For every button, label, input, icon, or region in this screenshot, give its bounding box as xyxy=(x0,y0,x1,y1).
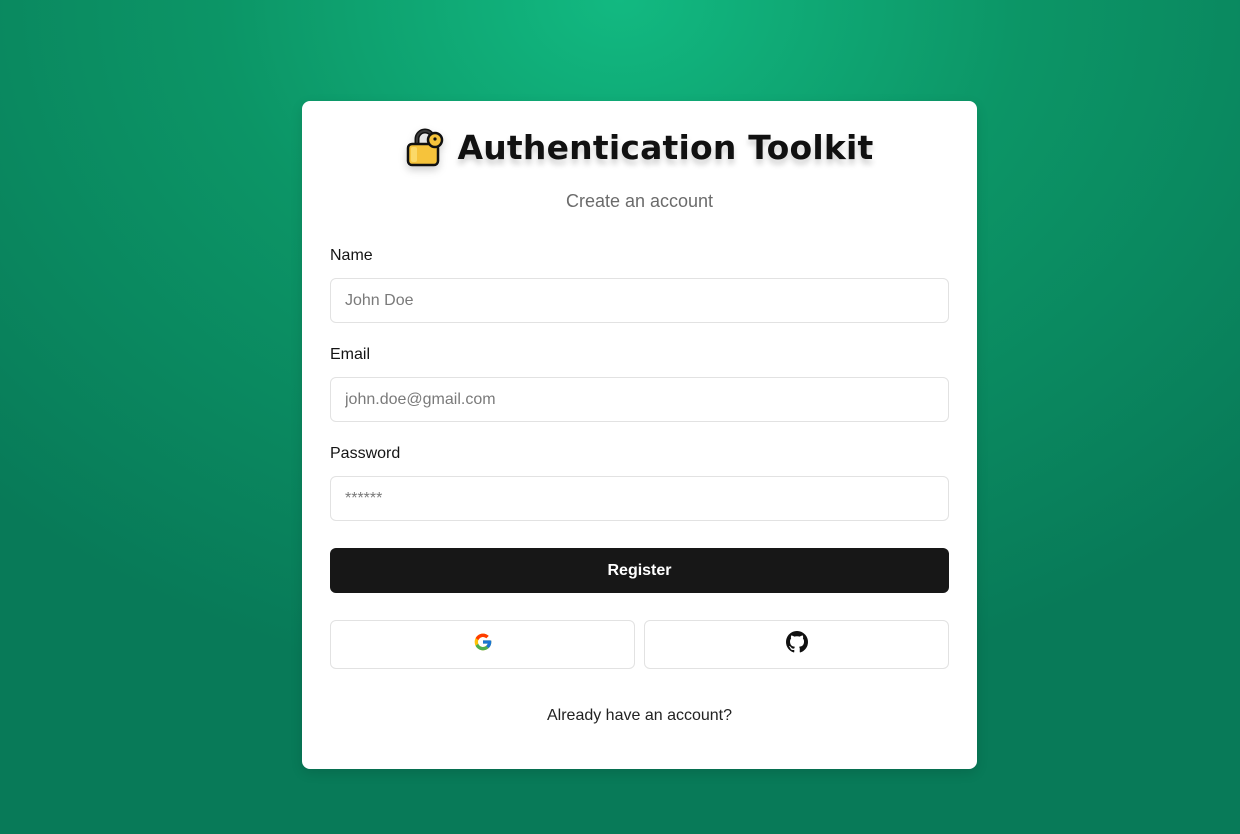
name-label: Name xyxy=(330,247,373,264)
page-subtitle: Create an account xyxy=(565,191,714,211)
github-signin-button[interactable] xyxy=(644,620,949,669)
name-input[interactable] xyxy=(330,278,949,323)
github-icon xyxy=(785,631,808,658)
email-label: Email xyxy=(330,346,371,363)
register-button[interactable]: Register xyxy=(330,548,949,593)
email-input[interactable] xyxy=(330,377,949,422)
register-card: Authentication Toolkit Create an account… xyxy=(302,101,977,769)
google-signin-button[interactable] xyxy=(330,620,635,669)
google-icon xyxy=(473,632,493,657)
lock-icon xyxy=(405,127,445,167)
password-input[interactable] xyxy=(330,476,949,521)
page-title: Authentication Toolkit xyxy=(457,127,874,167)
login-link[interactable]: Already have an account? xyxy=(302,707,977,725)
card-header: Authentication Toolkit xyxy=(302,127,977,167)
password-label: Password xyxy=(330,445,401,462)
